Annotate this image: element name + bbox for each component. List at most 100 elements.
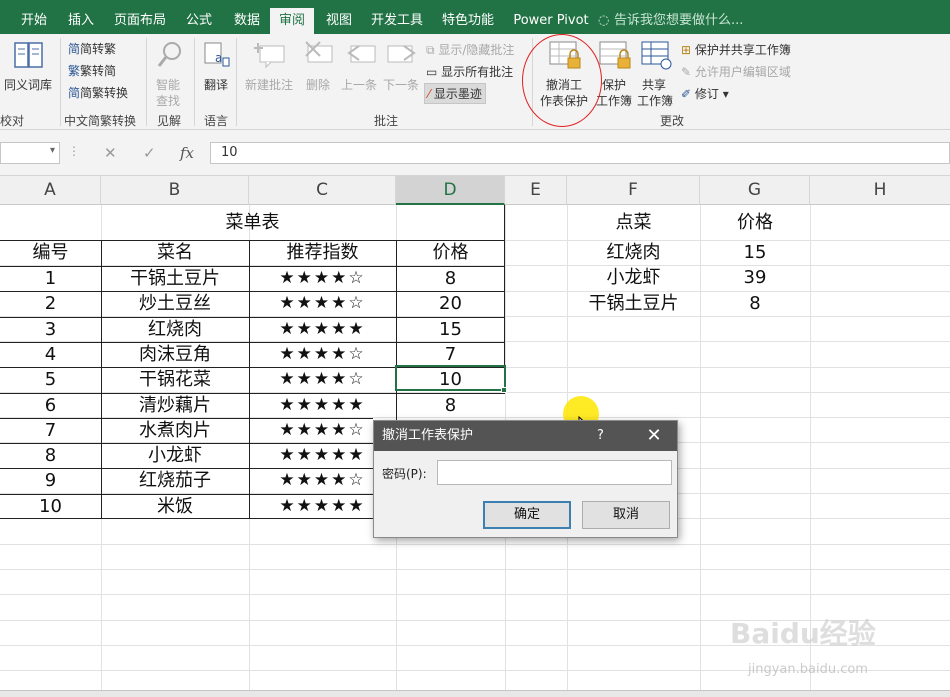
row-number-cell[interactable]: 1 xyxy=(0,266,101,291)
dish-name-cell[interactable]: 小龙虾 xyxy=(101,443,249,468)
convert-button[interactable]: 简简繁转换 xyxy=(68,84,128,101)
rating-stars-cell[interactable]: ★★★★★ xyxy=(249,393,396,418)
row-number-cell[interactable]: 7 xyxy=(0,418,101,443)
show-all-comments-button[interactable]: ▭ 显示所有批注 xyxy=(426,63,513,80)
delete-comment-button[interactable]: 删除 xyxy=(306,76,330,93)
cancel-button[interactable]: 取消 xyxy=(582,501,670,529)
tab-review[interactable]: 审阅 xyxy=(270,8,314,34)
order-dish-cell[interactable]: 红烧肉 xyxy=(567,240,700,265)
to-simplified-button[interactable]: 繁繁转简 xyxy=(68,62,116,79)
ok-button[interactable]: 确定 xyxy=(483,501,571,529)
price-cell[interactable]: 20 xyxy=(396,291,505,316)
group-separator xyxy=(146,38,147,126)
column-header-f[interactable]: F xyxy=(567,176,700,205)
tab-page-layout[interactable]: 页面布局 xyxy=(106,8,174,34)
order-price-cell[interactable]: 15 xyxy=(700,240,810,265)
column-header-g[interactable]: G xyxy=(700,176,810,205)
column-header-a[interactable]: A xyxy=(0,176,101,205)
row-number-cell[interactable]: 8 xyxy=(0,443,101,468)
dish-name-cell[interactable]: 红烧肉 xyxy=(101,317,249,342)
tab-home[interactable]: 开始 xyxy=(12,8,56,34)
header-cell: 推荐指数 xyxy=(286,242,359,263)
tab-power-pivot[interactable]: Power Pivot xyxy=(506,8,596,34)
sheet-tabs-bar[interactable] xyxy=(0,690,950,697)
track-changes-button[interactable]: ✐ 修订 ▾ xyxy=(681,85,729,102)
protect-workbook-line1[interactable]: 保护 xyxy=(602,76,626,93)
previous-comment-button[interactable]: 上一条 xyxy=(341,76,377,93)
group-label-proofing: 校对 xyxy=(0,114,25,128)
order-header-dish: 点菜 xyxy=(615,212,652,233)
row-number-cell[interactable]: 9 xyxy=(0,468,101,493)
rating-stars-cell[interactable]: ★★★★☆ xyxy=(249,266,396,291)
new-comment-button[interactable]: 新建批注 xyxy=(245,76,293,93)
dish-name-cell[interactable]: 炒土豆丝 xyxy=(101,291,249,316)
formula-input[interactable]: 10 xyxy=(210,142,950,164)
dish-name-cell[interactable]: 干锅土豆片 xyxy=(101,266,249,291)
column-header-e[interactable]: E xyxy=(505,176,567,205)
dish-name-cell[interactable]: 清炒藕片 xyxy=(101,393,249,418)
row-number-cell[interactable]: 3 xyxy=(0,317,101,342)
grid-line xyxy=(0,594,950,596)
active-cell[interactable] xyxy=(395,365,506,391)
fill-handle[interactable] xyxy=(501,387,507,393)
tab-view[interactable]: 视图 xyxy=(316,8,362,34)
row-number-cell[interactable]: 2 xyxy=(0,291,101,316)
help-icon[interactable]: ? xyxy=(597,421,613,451)
price-cell[interactable]: 8 xyxy=(396,393,505,418)
column-header-d[interactable]: D xyxy=(396,176,505,205)
tell-me-box[interactable]: ◌ 告诉我您想要做什么... xyxy=(598,8,743,34)
thesaurus-button[interactable]: 同义词库 xyxy=(4,76,52,93)
row-number-cell[interactable]: 5 xyxy=(0,367,101,392)
order-price-cell[interactable]: 8 xyxy=(700,291,810,316)
name-box[interactable]: ▾ xyxy=(0,142,60,164)
delete-comment-icon xyxy=(304,40,336,74)
enter-icon[interactable]: ✓ xyxy=(143,144,156,162)
protect-share-button[interactable]: ⊞ 保护并共享工作簿 xyxy=(681,41,791,58)
protect-workbook-icon xyxy=(598,40,634,76)
column-header-h[interactable]: H xyxy=(810,176,950,205)
smart-lookup-line1[interactable]: 智能 xyxy=(156,76,180,93)
group-label-insights: 见解 xyxy=(157,114,182,128)
rating-stars-cell[interactable]: ★★★★☆ xyxy=(249,367,396,392)
row-number-cell[interactable]: 6 xyxy=(0,393,101,418)
rating-stars-cell[interactable]: ★★★★★ xyxy=(249,317,396,342)
table-border xyxy=(0,518,373,519)
rating-stars-cell[interactable]: ★★★★☆ xyxy=(249,342,396,367)
translate-button[interactable]: 翻译 xyxy=(204,76,228,93)
dish-name-cell[interactable]: 米饭 xyxy=(101,494,249,519)
password-label: 密码(P): xyxy=(382,467,427,481)
share-workbook-line1[interactable]: 共享 xyxy=(642,76,666,93)
order-price-cell[interactable]: 39 xyxy=(700,265,810,290)
row-number-cell[interactable]: 4 xyxy=(0,342,101,367)
tab-features[interactable]: 特色功能 xyxy=(434,8,502,34)
column-header-c[interactable]: C xyxy=(249,176,396,205)
dish-name-cell[interactable]: 水煮肉片 xyxy=(101,418,249,443)
show-hide-comment-button[interactable]: ⧉ 显示/隐藏批注 xyxy=(426,41,514,58)
rating-stars-cell[interactable]: ★★★★☆ xyxy=(249,291,396,316)
dish-name-cell[interactable]: 干锅花菜 xyxy=(101,367,249,392)
order-dish-cell[interactable]: 干锅土豆片 xyxy=(567,291,700,316)
price-cell[interactable]: 15 xyxy=(396,317,505,342)
protect-workbook-line2[interactable]: 工作簿 xyxy=(596,92,632,109)
price-cell[interactable]: 8 xyxy=(396,266,505,291)
tab-developer[interactable]: 开发工具 xyxy=(364,8,430,34)
password-input[interactable] xyxy=(437,460,672,485)
insert-function-icon[interactable]: fx xyxy=(180,144,194,162)
price-cell[interactable]: 7 xyxy=(396,342,505,367)
show-ink-button[interactable]: ⁄ 显示墨迹 xyxy=(424,83,486,104)
dish-name-cell[interactable]: 肉沫豆角 xyxy=(101,342,249,367)
tab-insert[interactable]: 插入 xyxy=(58,8,104,34)
share-workbook-line2[interactable]: 工作簿 xyxy=(637,92,673,109)
close-icon[interactable]: ✕ xyxy=(642,421,666,451)
row-number-cell[interactable]: 10 xyxy=(0,494,101,519)
tab-data[interactable]: 数据 xyxy=(224,8,270,34)
cancel-icon[interactable]: ✕ xyxy=(104,144,117,162)
smart-lookup-line2[interactable]: 查找 xyxy=(156,92,180,109)
tab-formulas[interactable]: 公式 xyxy=(176,8,222,34)
dish-name-cell[interactable]: 红烧茄子 xyxy=(101,468,249,493)
allow-edit-ranges-button[interactable]: ✎ 允许用户编辑区域 xyxy=(681,63,791,80)
next-comment-button[interactable]: 下一条 xyxy=(383,76,419,93)
to-traditional-button[interactable]: 简简转繁 xyxy=(68,40,116,57)
order-dish-cell[interactable]: 小龙虾 xyxy=(567,265,700,290)
column-header-b[interactable]: B xyxy=(101,176,249,205)
